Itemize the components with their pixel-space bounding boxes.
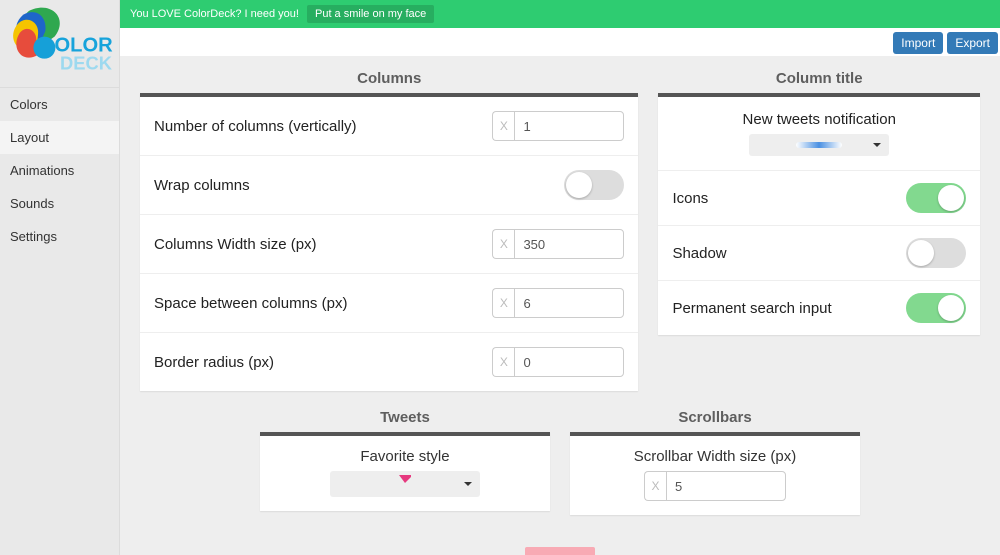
new-tweets-notification-dropdown[interactable]	[749, 134, 889, 156]
favorite-ribbon-icon	[397, 474, 413, 494]
field-number-of-columns: Number of columns (vertically) X	[140, 97, 638, 156]
color-swatch-icon	[796, 142, 842, 148]
sidebar-item-label: Sounds	[10, 196, 54, 211]
border-radius-input[interactable]	[514, 347, 624, 377]
field-label: Shadow	[672, 245, 726, 262]
field-wrap-columns: Wrap columns	[140, 156, 638, 215]
promo-cta-button[interactable]: Put a smile on my face	[307, 5, 434, 23]
sidebar-item-label: Settings	[10, 229, 57, 244]
sidebar-item-colors[interactable]: Colors	[0, 88, 119, 121]
reset-icon[interactable]: X	[492, 111, 514, 141]
field-label: Permanent search input	[672, 300, 831, 317]
field-column-width: Columns Width size (px) X	[140, 215, 638, 274]
field-column-space: Space between columns (px) X	[140, 274, 638, 333]
field-shadow: Shadow	[658, 226, 980, 281]
column-space-input[interactable]	[514, 288, 624, 318]
favorite-style-dropdown[interactable]	[330, 471, 480, 497]
sidebar-item-sounds[interactable]: Sounds	[0, 187, 119, 220]
icons-toggle[interactable]	[906, 183, 966, 213]
field-label: Icons	[672, 190, 708, 207]
promo-banner: You LOVE ColorDeck? I need you! Put a sm…	[120, 0, 1000, 28]
reset-icon[interactable]: X	[644, 471, 666, 501]
wrap-columns-toggle[interactable]	[564, 170, 624, 200]
sidebar-item-label: Layout	[10, 130, 49, 145]
column-title-card: Column title New tweets notification Ico…	[658, 70, 980, 335]
field-label: Wrap columns	[154, 177, 250, 194]
columns-card: Columns Number of columns (vertically) X…	[140, 70, 638, 391]
sidebar-nav: Colors Layout Animations Sounds Settings	[0, 88, 119, 253]
scrollbar-width-label: Scrollbar Width size (px)	[580, 448, 850, 465]
tweets-card: Tweets Favorite style	[260, 409, 550, 515]
field-label: Columns Width size (px)	[154, 236, 317, 253]
reset-icon[interactable]: X	[492, 229, 514, 259]
top-buttons: Import Export	[893, 32, 1000, 54]
field-label: Space between columns (px)	[154, 295, 347, 312]
sidebar-item-animations[interactable]: Animations	[0, 154, 119, 187]
reset-icon[interactable]: X	[492, 347, 514, 377]
field-label: Border radius (px)	[154, 354, 274, 371]
sidebar-item-layout[interactable]: Layout	[0, 121, 119, 154]
favorite-style-section: Favorite style	[270, 448, 540, 497]
favorite-style-label: Favorite style	[270, 448, 540, 465]
sidebar-item-settings[interactable]: Settings	[0, 220, 119, 253]
logo: OLOR DECK	[0, 0, 119, 88]
scrollbar-width-input[interactable]	[666, 471, 786, 501]
scrollbar-width-section: Scrollbar Width size (px) X	[580, 448, 850, 501]
columns-card-title: Columns	[140, 70, 638, 93]
field-label: Number of columns (vertically)	[154, 118, 357, 135]
field-permanent-search: Permanent search input	[658, 281, 980, 335]
sidebar-item-label: Colors	[10, 97, 48, 112]
field-border-radius: Border radius (px) X	[140, 333, 638, 391]
column-width-input[interactable]	[514, 229, 624, 259]
new-tweets-notification-label: New tweets notification	[668, 111, 970, 128]
promo-text: You LOVE ColorDeck? I need you!	[130, 8, 299, 20]
permanent-search-toggle[interactable]	[906, 293, 966, 323]
field-icons: Icons	[658, 171, 980, 226]
sidebar-item-label: Animations	[10, 163, 74, 178]
main-panel: Columns Number of columns (vertically) X…	[120, 56, 1000, 555]
column-title-card-title: Column title	[658, 70, 980, 93]
new-tweets-notification-section: New tweets notification	[658, 97, 980, 171]
import-button[interactable]: Import	[893, 32, 943, 54]
sidebar: OLOR DECK Colors Layout Animations Sound…	[0, 0, 120, 555]
reset-icon[interactable]: X	[492, 288, 514, 318]
number-of-columns-input[interactable]	[514, 111, 624, 141]
tweets-card-title: Tweets	[260, 409, 550, 432]
scrollbars-card: Scrollbars Scrollbar Width size (px) X	[570, 409, 860, 515]
bottom-accent-bar	[525, 547, 595, 555]
shadow-toggle[interactable]	[906, 238, 966, 268]
scrollbars-card-title: Scrollbars	[570, 409, 860, 432]
export-button[interactable]: Export	[947, 32, 998, 54]
logo-word-deck: DECK	[60, 52, 113, 73]
